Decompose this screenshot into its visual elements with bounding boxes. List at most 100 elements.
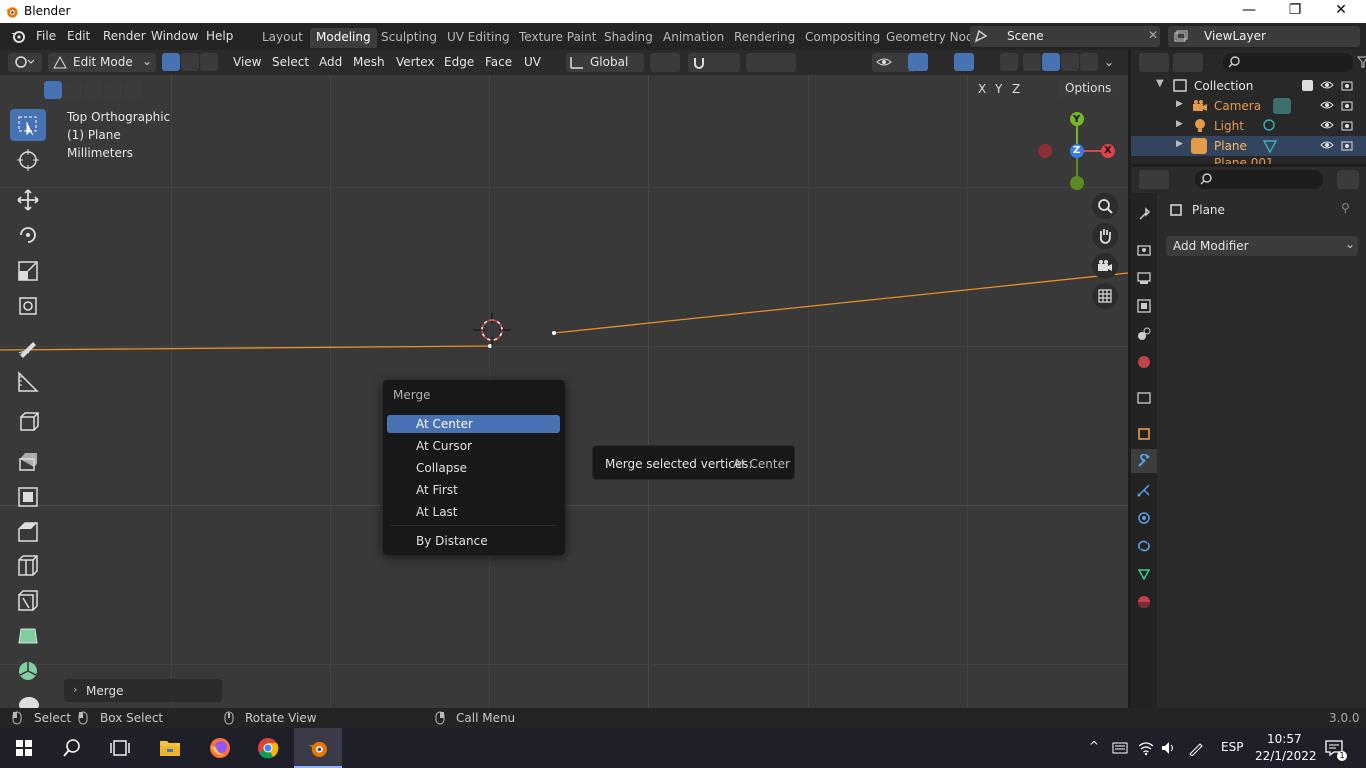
blender-taskbar-button[interactable] [294, 728, 342, 768]
object-tab-icon[interactable] [1137, 427, 1151, 441]
tool-inset[interactable] [10, 481, 46, 513]
zoom-button[interactable] [1092, 193, 1118, 219]
shading-chevron-down-icon[interactable]: ⌄ [1104, 55, 1114, 69]
merge-at-cursor-item[interactable]: At Cursor [387, 437, 560, 455]
face-select-button[interactable] [200, 53, 218, 71]
collection-name[interactable]: Collection [1194, 79, 1253, 93]
tab-rendering[interactable]: Rendering [728, 28, 801, 48]
last-operator-panel[interactable]: › Merge [64, 679, 222, 702]
collection-tab-icon[interactable] [1137, 391, 1151, 405]
tool-smooth[interactable] [18, 694, 40, 708]
pen-workspace-icon[interactable] [1188, 740, 1204, 756]
scene-selector[interactable]: Scene ✕ [970, 26, 1160, 47]
pin-icon[interactable]: ⚲ [1341, 201, 1350, 215]
world-tab-icon[interactable] [1137, 355, 1151, 369]
render-tab-icon[interactable] [1137, 243, 1151, 257]
camera-eye-icon[interactable] [1320, 100, 1334, 110]
volume-icon[interactable] [1161, 740, 1177, 756]
ortho-toggle-button[interactable] [1092, 283, 1118, 309]
task-view-button[interactable] [96, 728, 144, 768]
merge-at-center-item[interactable]: At Center [387, 415, 560, 433]
render-camera-icon[interactable] [1341, 79, 1353, 91]
tool-scale[interactable] [10, 255, 46, 287]
menu-window[interactable]: Window [151, 29, 198, 43]
mode-dropdown[interactable]: Edit Mode ⌄ [48, 53, 156, 72]
tool-annotate[interactable] [10, 331, 46, 363]
menu-add[interactable]: Add [319, 55, 342, 69]
filter-icon[interactable] [1357, 56, 1366, 68]
tool-move[interactable] [10, 184, 46, 216]
shading-wireframe-button[interactable] [1023, 53, 1041, 71]
merge-collapse-item[interactable]: Collapse [387, 459, 560, 477]
camera-render-icon[interactable] [1341, 99, 1353, 111]
blender-menu-icon[interactable] [10, 28, 26, 44]
tool-transform[interactable] [10, 290, 46, 322]
shading-solid-button[interactable] [1042, 53, 1060, 71]
start-button[interactable] [0, 728, 48, 768]
menu-view[interactable]: View [233, 55, 261, 69]
tab-layout[interactable]: Layout [256, 28, 309, 48]
overlay-toggle-button[interactable] [954, 53, 974, 71]
tool-knife[interactable] [10, 585, 46, 617]
material-tab-icon[interactable] [1137, 595, 1151, 609]
outliner-editor-type-dropdown[interactable] [1139, 53, 1169, 72]
xray-toggle-button[interactable] [1000, 53, 1018, 71]
file-explorer-button[interactable] [146, 728, 194, 768]
add-modifier-dropdown[interactable]: Add Modifier ⌄ [1166, 236, 1358, 256]
tool-tab-icon[interactable] [1137, 207, 1151, 221]
viewlayer-selector[interactable]: ViewLayer [1168, 26, 1360, 47]
pivot-dropdown[interactable] [650, 53, 680, 72]
menu-help[interactable]: Help [206, 29, 233, 43]
menu-mesh[interactable]: Mesh [353, 55, 385, 69]
chrome-button[interactable] [244, 728, 292, 768]
plane-eye-icon[interactable] [1320, 140, 1334, 150]
tool-extrude[interactable] [10, 445, 46, 477]
particles-tab-icon[interactable] [1137, 483, 1151, 497]
tool-poly-build[interactable] [10, 620, 46, 652]
tab-modeling[interactable]: Modeling [310, 28, 377, 48]
tab-compositing[interactable]: Compositing [799, 28, 886, 48]
edge-select-button[interactable] [181, 53, 199, 71]
taskbar-search-button[interactable] [48, 728, 96, 768]
light-eye-icon[interactable] [1320, 120, 1334, 130]
tool-cursor[interactable] [10, 144, 46, 176]
merge-by-distance-item[interactable]: By Distance [387, 532, 560, 550]
menu-uv[interactable]: UV [524, 55, 541, 69]
collection-expand-icon[interactable]: ▼ [1156, 78, 1164, 89]
constraints-tab-icon[interactable] [1137, 539, 1151, 553]
properties-search-input[interactable] [1195, 170, 1323, 189]
tool-spin[interactable] [10, 655, 46, 687]
clock-time[interactable]: 10:57 [1267, 732, 1302, 746]
tool-select-box[interactable] [10, 109, 46, 141]
physics-tab-icon[interactable] [1137, 511, 1151, 525]
menu-render[interactable]: Render [103, 29, 146, 43]
menu-face[interactable]: Face [485, 55, 512, 69]
firefox-button[interactable] [196, 728, 244, 768]
shading-material-button[interactable] [1061, 53, 1079, 71]
plane-expand-icon[interactable]: ▶ [1176, 139, 1183, 149]
menu-edit[interactable]: Edit [67, 29, 90, 43]
proportional-edit-dropdown[interactable] [746, 53, 796, 72]
scene-tab-icon[interactable] [1137, 327, 1151, 341]
outliner-search-input[interactable] [1223, 53, 1353, 72]
view-layer-tab-icon[interactable] [1137, 299, 1151, 313]
tab-shading[interactable]: Shading [598, 28, 659, 48]
tool-add-cube[interactable] [10, 406, 46, 438]
light-expand-icon[interactable]: ▶ [1176, 119, 1183, 129]
collection-checkbox[interactable] [1302, 80, 1313, 91]
pan-button[interactable] [1092, 223, 1118, 249]
properties-editor-type-dropdown[interactable] [1139, 170, 1169, 189]
camera-expand-icon[interactable]: ▶ [1176, 99, 1183, 109]
outliner-display-mode-dropdown[interactable] [1173, 53, 1203, 72]
shading-rendered-button[interactable] [1080, 53, 1098, 71]
tray-chevron-up-icon[interactable]: ^ [1089, 739, 1099, 753]
light-render-icon[interactable] [1341, 119, 1353, 131]
menu-file[interactable]: File [36, 29, 56, 43]
tab-animation[interactable]: Animation [657, 28, 730, 48]
tool-rotate[interactable] [10, 219, 46, 251]
output-tab-icon[interactable] [1137, 271, 1151, 285]
tool-loop-cut[interactable] [10, 550, 46, 582]
modifier-tab[interactable] [1131, 449, 1157, 473]
tab-sculpting[interactable]: Sculpting [375, 28, 443, 48]
data-tab-icon[interactable] [1137, 567, 1151, 581]
